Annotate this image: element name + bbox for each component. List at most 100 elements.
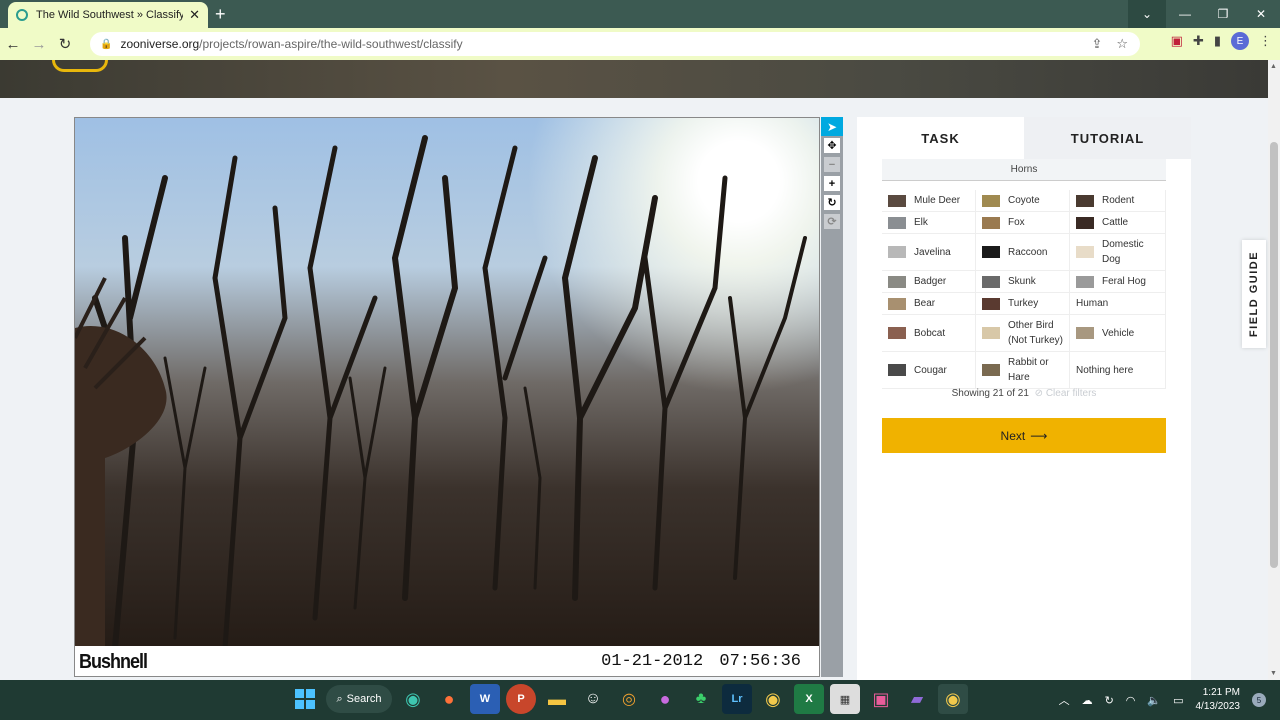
lightroom-icon[interactable]: Lr [722,684,752,714]
reload-icon[interactable]: ↻ [52,35,78,53]
shield-extension-icon[interactable]: ▣ [1171,33,1183,49]
minimize-icon[interactable]: — [1166,0,1204,28]
instagram-icon[interactable]: ▣ [866,684,896,714]
profile-avatar[interactable]: E [1231,32,1249,50]
choice-skunk[interactable]: Skunk [976,271,1070,293]
browser-tab[interactable]: The Wild Southwest » Classify — ✕ [8,2,208,28]
choice-mule-deer[interactable]: Mule Deer [882,190,976,212]
scroll-up-icon[interactable]: ▲ [1270,63,1277,70]
chrome-icon[interactable]: ◉ [758,684,788,714]
chevron-up-icon[interactable]: ︿ [1059,692,1070,708]
next-button[interactable]: Next ⟶ [882,418,1166,453]
share-icon[interactable]: ⇪ [1091,36,1102,52]
showing-text: Showing 21 of 21 [951,388,1029,399]
volume-icon[interactable]: 🔈 [1147,694,1161,707]
choice-thumbnail [1076,194,1094,207]
choice-label: Skunk [1008,276,1036,287]
scrollbar-thumb[interactable] [1270,142,1278,568]
choice-thumbnail [888,364,906,376]
choice-bobcat[interactable]: Bobcat [882,315,976,352]
scroll-down-icon[interactable]: ▼ [1270,670,1277,677]
bookmark-star-icon[interactable]: ☆ [1116,36,1128,52]
wifi-icon[interactable]: ◠ [1126,694,1136,707]
page-scrollbar[interactable]: ▲ ▼ [1268,60,1280,680]
start-button[interactable] [290,684,320,714]
sync-icon[interactable]: ↻ [1105,694,1114,707]
powerpoint-icon[interactable]: P [506,684,536,714]
choice-vehicle[interactable]: Vehicle [1070,315,1166,352]
side-panel-icon[interactable]: ▮ [1214,33,1221,49]
edge-icon[interactable]: ◉ [398,684,428,714]
color-drop-icon[interactable]: ● [650,684,680,714]
forward-icon[interactable]: → [26,36,52,53]
choice-domestic-dog[interactable]: Domestic Dog [1070,234,1166,271]
zoom-out-button[interactable]: − [821,155,843,174]
lock-icon[interactable]: 🔒 [100,39,112,50]
onedrive-icon[interactable]: ☁ [1082,694,1093,707]
choice-rodent[interactable]: Rodent [1070,190,1166,212]
choice-label: Mule Deer [914,195,961,206]
project-logo[interactable] [52,60,108,72]
choice-elk[interactable]: Elk [882,212,976,234]
new-tab-button[interactable]: + [215,4,226,25]
photo-app-icon[interactable]: ▦ [830,684,860,714]
tab-title: The Wild Southwest » Classify — [36,9,184,21]
penguin-app-icon[interactable]: ☺ [578,684,608,714]
move-tool-button[interactable]: ✥ [821,136,843,155]
choice-cougar[interactable]: Cougar [882,352,976,389]
choice-other-bird-not-turkey[interactable]: Other Bird (Not Turkey) [976,315,1070,352]
choice-badger[interactable]: Badger [882,271,976,293]
zoom-in-button[interactable]: + [821,174,843,193]
choice-javelina[interactable]: Javelina [882,234,976,271]
choice-turkey[interactable]: Turkey [976,293,1070,315]
tab-search-icon[interactable]: ⌄ [1128,0,1166,28]
clapper-icon[interactable]: ▰ [902,684,932,714]
filter-horns[interactable]: Horns [882,159,1166,181]
panel-tabs: TASK TUTORIAL [857,117,1191,159]
battery-icon[interactable]: ▭ [1173,694,1183,707]
project-hero-banner [0,60,1268,98]
tab-tutorial[interactable]: TUTORIAL [1024,117,1191,159]
taskbar-search[interactable]: ⌕ Search [326,685,392,713]
excel-icon[interactable]: X [794,684,824,714]
reset-button[interactable]: ⟳ [821,212,843,231]
url-input[interactable]: 🔒 zooniverse.org/projects/rowan-aspire/t… [90,32,1140,56]
back-icon[interactable]: ← [0,36,26,53]
taskbar-clock[interactable]: 1:21 PM 4/13/2023 [1196,686,1241,714]
rotate-icon: ↻ [824,195,840,210]
tab-task[interactable]: TASK [857,117,1024,159]
word-icon[interactable]: W [470,684,500,714]
menu-kebab-icon[interactable]: ⋮ [1259,33,1272,49]
puzzle-extensions-icon[interactable]: ✚ [1193,33,1204,49]
choice-label: Human [1076,298,1109,309]
file-explorer-icon[interactable]: ▬ [542,684,572,714]
address-toolbar: ← → ↻ 🔒 zooniverse.org/projects/rowan-as… [0,28,1280,60]
close-tab-icon[interactable]: ✕ [189,7,200,23]
choice-label: Raccoon [1008,246,1048,258]
url-host: zooniverse.org [120,37,200,51]
chrome-profile-icon[interactable]: ◉ [938,684,968,714]
choice-thumbnail [982,327,1000,339]
extensions-area: ▣ ✚ ▮ E ⋮ [1171,32,1272,50]
field-guide-button[interactable]: FIELD GUIDE [1242,240,1266,348]
choice-fox[interactable]: Fox [976,212,1070,234]
choice-bear[interactable]: Bear [882,293,976,315]
choice-cattle[interactable]: Cattle [1070,212,1166,234]
maximize-icon[interactable]: ❐ [1204,0,1242,28]
choice-nothing-here[interactable]: Nothing here [1070,352,1166,389]
choice-feral-hog[interactable]: Feral Hog [1070,271,1166,293]
choice-human[interactable]: Human [1070,293,1166,315]
blender-icon[interactable]: ◎ [614,684,644,714]
clear-filters-link[interactable]: ⊘ Clear filters [1035,388,1097,399]
choice-coyote[interactable]: Coyote [976,190,1070,212]
choice-raccoon[interactable]: Raccoon [976,234,1070,271]
subject-viewer[interactable]: Bushnell 01-21-2012 07:56:36 [74,117,820,677]
green-app-icon[interactable]: ♣ [686,684,716,714]
rotate-button[interactable]: ↻ [821,193,843,212]
firefox-icon[interactable]: ● [434,684,464,714]
close-window-icon[interactable]: ✕ [1242,0,1280,28]
choice-thumbnail [888,297,906,310]
pointer-tool-button[interactable]: ➤ [821,117,843,136]
choice-rabbit-or-hare[interactable]: Rabbit or Hare [976,352,1070,389]
notification-badge[interactable]: 5 [1252,693,1266,707]
